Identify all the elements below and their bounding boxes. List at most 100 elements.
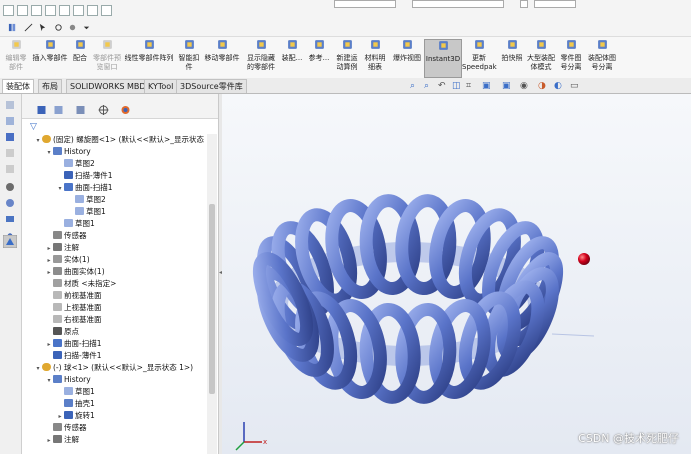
expand-arrow-icon[interactable]: ▾ — [56, 183, 64, 195]
dimxpert-tab-icon[interactable] — [98, 105, 109, 115]
tree-row[interactable]: 右视基准面 — [45, 314, 102, 326]
help-icon[interactable] — [520, 0, 528, 8]
section-view-icon[interactable]: ◫ — [452, 81, 461, 91]
config-icon[interactable] — [5, 132, 15, 142]
tab-1[interactable]: 布局 — [38, 79, 62, 93]
sketch-tool-icon[interactable] — [8, 23, 17, 32]
tree-row[interactable]: ▾ (固定) 螺旋圈<1> (默认<<默认>_显示状态 1>) — [34, 134, 207, 146]
property-icon[interactable] — [5, 116, 15, 126]
dim-icon[interactable] — [5, 148, 15, 158]
print-icon[interactable] — [45, 5, 56, 16]
display-icon[interactable] — [5, 164, 15, 174]
expand-arrow-icon[interactable]: ▾ — [45, 147, 53, 159]
exploded-view-button[interactable]: 爆炸视图 — [392, 39, 422, 63]
hide-show-icon[interactable]: ◉ — [520, 81, 528, 91]
show-hidden-button[interactable]: 显示隐藏 的零部件 — [244, 39, 278, 72]
view-orientation-icon[interactable]: ▣ — [482, 81, 491, 91]
view-settings-icon[interactable]: ▭ — [570, 81, 579, 91]
previous-view-icon[interactable]: ↶ — [438, 81, 446, 91]
tree-row[interactable]: 材质 <未指定> — [45, 278, 116, 290]
tree-row[interactable]: ▾ 曲面-扫描1 — [56, 182, 112, 194]
display-manager-tab-icon[interactable] — [120, 105, 131, 115]
insert-component-button[interactable]: 插入零部件 — [32, 39, 68, 63]
rotate-icon[interactable] — [54, 23, 63, 32]
scene-icon-2[interactable]: ◐ — [554, 81, 562, 91]
tree-row[interactable]: 草图1 — [56, 218, 95, 230]
cursor-icon[interactable] — [38, 23, 47, 32]
edit-appearance-icon[interactable]: ◑ — [538, 81, 546, 91]
save-icon[interactable] — [31, 5, 42, 16]
dynamic-annotation-icon[interactable]: ⌗ — [466, 81, 471, 91]
tree-row[interactable]: ▾ History — [45, 146, 91, 158]
filter-icon[interactable]: ▽ — [30, 122, 37, 132]
graphics-viewport[interactable]: x CSDN @技术死肥仔 — [222, 94, 691, 454]
edit-part-button[interactable]: 编辑零 部件 — [2, 39, 30, 72]
tree-row[interactable]: 前视基准面 — [45, 290, 102, 302]
assembly-feature-button[interactable]: 装配... — [280, 39, 304, 63]
tree-row[interactable]: ▸ 曲面-扫描1 — [45, 338, 101, 350]
tree-row[interactable]: 传感器 — [45, 422, 87, 434]
tree-row[interactable]: ▸ 曲面实体(1) — [45, 266, 105, 278]
zoom-area-icon[interactable]: ⌕ — [424, 81, 429, 91]
tree-row[interactable]: ▾ History — [45, 374, 91, 386]
redo-icon[interactable] — [73, 5, 84, 16]
selected-tool-icon[interactable] — [3, 235, 17, 248]
tree-row[interactable]: ▾ (-) 球<1> (默认<<默认>_显示状态 1>) — [34, 362, 193, 374]
assembly-number-split-button[interactable]: 装配体图 号分离 — [586, 39, 618, 72]
tree-row[interactable]: 传感器 — [45, 230, 87, 242]
tree-row[interactable]: 草图2 — [56, 158, 95, 170]
linear-pattern-button[interactable]: 线性零部件阵列 — [124, 39, 174, 63]
open-icon[interactable] — [17, 5, 28, 16]
new-document-icon[interactable] — [3, 5, 14, 16]
command-search-box[interactable] — [412, 0, 504, 8]
tree-row[interactable]: 草图1 — [67, 206, 106, 218]
zoom-fit-icon[interactable]: ⌕ — [410, 81, 415, 91]
user-menu[interactable] — [534, 0, 576, 8]
reference-geometry-button[interactable]: 参考... — [306, 39, 332, 63]
part-number-split-button[interactable]: 零件图 号分离 — [558, 39, 584, 72]
tree-row[interactable]: ▸ 注解 — [45, 434, 79, 446]
tree-row[interactable]: ▸ 旋转1 — [56, 410, 95, 422]
display-style-icon[interactable]: ▣ — [502, 81, 511, 91]
expand-arrow-icon[interactable]: ▸ — [45, 435, 53, 447]
smart-fastener-button[interactable]: 智能扣 件 — [176, 39, 202, 72]
bom-button[interactable]: 材料明 细表 — [362, 39, 388, 72]
feature-tree-tab-icon[interactable] — [36, 105, 47, 115]
tab-0[interactable]: 装配体 — [2, 79, 34, 93]
tree-scrollbar[interactable] — [207, 134, 217, 454]
tree-row[interactable]: 草图2 — [67, 194, 106, 206]
options-icon[interactable] — [101, 5, 112, 16]
move-component-button[interactable]: 移动零部件 — [204, 39, 240, 63]
appearance-icon[interactable] — [5, 198, 15, 208]
tree-row[interactable]: 草图1 — [56, 386, 95, 398]
tab-4[interactable]: 3DSource零件库 — [176, 79, 247, 93]
expand-arrow-icon[interactable]: ▾ — [34, 363, 42, 375]
rebuild-icon[interactable] — [87, 5, 98, 16]
tree-row[interactable]: 扫描-薄件1 — [56, 170, 112, 182]
tree-row[interactable]: 抽壳1 — [56, 398, 95, 410]
render-icon[interactable] — [5, 182, 15, 192]
config-manager-tab-icon[interactable] — [75, 105, 86, 115]
line-tool-icon[interactable] — [24, 23, 33, 32]
component-preview-button[interactable]: 零部件预 览窗口 — [92, 39, 122, 72]
model-coil[interactable]: x — [222, 94, 691, 454]
tree-row[interactable]: 原点 — [45, 326, 79, 338]
mate-button[interactable]: 配合 — [70, 39, 90, 63]
expand-arrow-icon[interactable]: ▾ — [45, 375, 53, 387]
tree-row[interactable]: ▸ 实体(1) — [45, 254, 90, 266]
expand-arrow-icon[interactable]: ▾ — [34, 135, 42, 147]
new-motion-study-button[interactable]: 新建运 动算例 — [334, 39, 360, 72]
dropdown-icon[interactable] — [82, 23, 91, 32]
tree-row[interactable]: ▸ 注解 — [45, 242, 79, 254]
scrollbar-thumb[interactable] — [209, 204, 215, 394]
large-assembly-button[interactable]: 大型装配 体模式 — [526, 39, 556, 72]
settings-icon[interactable] — [68, 23, 77, 32]
instant3d-button[interactable]: Instant3D — [424, 39, 462, 78]
ball-component[interactable] — [578, 253, 590, 265]
search-box[interactable] — [334, 0, 396, 8]
feature-icon[interactable] — [5, 100, 15, 110]
property-manager-tab-icon[interactable] — [53, 105, 64, 115]
tree-row[interactable]: 上视基准面 — [45, 302, 102, 314]
scene-icon[interactable] — [5, 214, 15, 224]
tab-2[interactable]: SOLIDWORKS MBD — [66, 79, 150, 93]
